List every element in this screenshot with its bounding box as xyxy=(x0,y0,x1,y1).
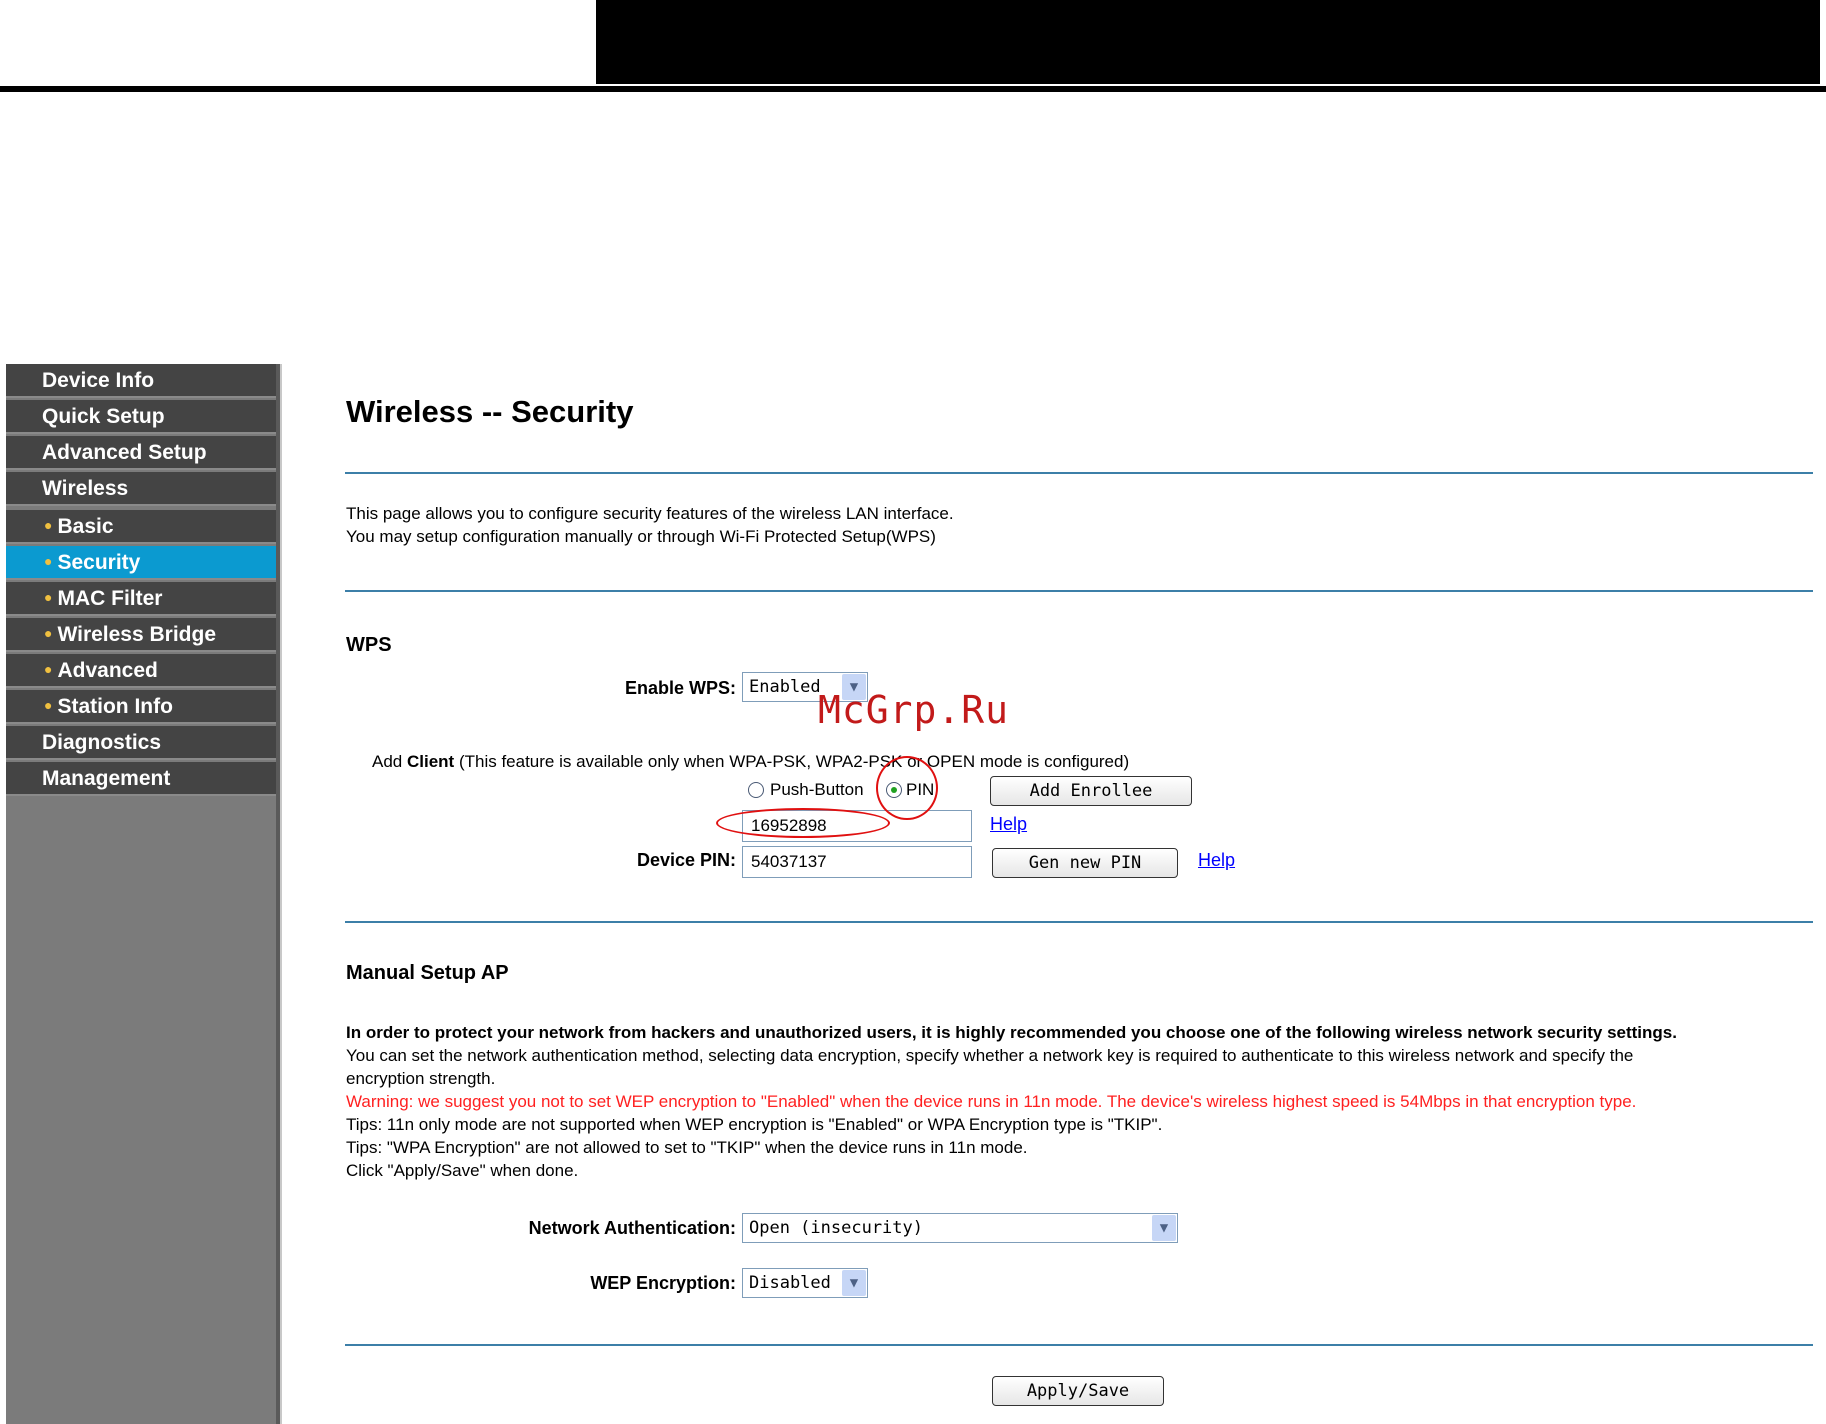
device-pin-field: 54037137 xyxy=(742,846,972,878)
sidebar-border-highlight xyxy=(280,364,282,1424)
description-line: encryption strength. xyxy=(346,1069,496,1088)
page-title: Wireless -- Security xyxy=(346,394,634,429)
annotation-circle xyxy=(876,756,938,820)
header-rule xyxy=(0,86,1826,92)
network-auth-value: Open (insecurity) xyxy=(749,1218,923,1238)
tip-text: Tips: "WPA Encryption" are not allowed t… xyxy=(346,1138,1028,1157)
sidebar-item-wireless[interactable]: Wireless xyxy=(6,472,276,506)
push-button-radio[interactable] xyxy=(748,782,764,798)
sidebar-item-diagnostics[interactable]: Diagnostics xyxy=(6,726,276,760)
click-note: Click "Apply/Save" when done. xyxy=(346,1161,579,1180)
sidebar-item-label: MAC Filter xyxy=(57,587,163,610)
wps-heading: WPS xyxy=(346,634,392,656)
bullet-icon: ● xyxy=(44,589,53,605)
enable-wps-label: Enable WPS: xyxy=(624,678,736,698)
divider xyxy=(345,921,1813,923)
wep-encryption-value: Disabled xyxy=(749,1273,831,1293)
bullet-icon: ● xyxy=(44,697,53,713)
enable-wps-value: Enabled xyxy=(749,677,821,697)
intro-line-1: This page allows you to configure securi… xyxy=(346,504,954,523)
sidebar-item-advanced-setup[interactable]: Advanced Setup xyxy=(6,436,276,470)
add-client-note: Add Client (This feature is available on… xyxy=(372,752,1130,771)
tip-text: Tips: 11n only mode are not supported wh… xyxy=(346,1115,1163,1134)
chevron-down-icon: ▼ xyxy=(1152,1215,1176,1241)
sidebar-item-security[interactable]: ● Security xyxy=(6,546,276,580)
bullet-icon: ● xyxy=(44,661,53,677)
divider xyxy=(345,590,1813,592)
header-black-bar xyxy=(596,0,1820,84)
sidebar-item-label: Advanced xyxy=(57,659,158,682)
sidebar-item-label: Basic xyxy=(57,515,114,538)
sidebar-item-mac-filter[interactable]: ● MAC Filter xyxy=(6,582,276,616)
intro-line-2: You may setup configuration manually or … xyxy=(346,527,936,546)
help-link[interactable]: Help xyxy=(990,814,1027,835)
sidebar-item-wireless-bridge[interactable]: ● Wireless Bridge xyxy=(6,618,276,652)
security-recommendation: In order to protect your network from ha… xyxy=(346,1023,1677,1042)
network-auth-label: Network Authentication: xyxy=(528,1218,736,1238)
annotation-ellipse xyxy=(716,808,890,838)
wep-encryption-label: WEP Encryption: xyxy=(590,1273,736,1293)
manual-setup-heading: Manual Setup AP xyxy=(346,962,509,984)
divider xyxy=(345,472,1813,474)
sidebar-item-label: Wireless Bridge xyxy=(57,623,217,646)
sidebar: Device Info Quick Setup Advanced Setup W… xyxy=(6,364,276,1424)
divider xyxy=(345,1344,1813,1346)
sidebar-item-quick-setup[interactable]: Quick Setup xyxy=(6,400,276,434)
gen-new-pin-button[interactable]: Gen new PIN xyxy=(992,848,1178,878)
description-line: You can set the network authentication m… xyxy=(346,1046,1634,1065)
warning-text: Warning: we suggest you not to set WEP e… xyxy=(346,1092,1637,1111)
device-pin-label: Device PIN: xyxy=(636,850,736,870)
sidebar-item-station-info[interactable]: ● Station Info xyxy=(6,690,276,724)
sidebar-item-label: Station Info xyxy=(57,695,173,718)
bullet-icon: ● xyxy=(44,517,53,533)
sidebar-item-device-info[interactable]: Device Info xyxy=(6,364,276,398)
add-enrollee-button[interactable]: Add Enrollee xyxy=(990,776,1192,806)
wep-encryption-select[interactable]: Disabled ▼ xyxy=(742,1268,868,1298)
bullet-icon: ● xyxy=(44,625,53,641)
sidebar-item-label: Security xyxy=(57,551,141,574)
sidebar-item-management[interactable]: Management xyxy=(6,762,276,796)
watermark: McGrp.Ru xyxy=(818,688,1010,732)
bullet-icon: ● xyxy=(44,553,53,569)
sidebar-item-basic[interactable]: ● Basic xyxy=(6,510,276,544)
main-content: Wireless -- Security This page allows yo… xyxy=(290,364,1820,1424)
apply-save-button[interactable]: Apply/Save xyxy=(992,1376,1164,1406)
push-button-label: Push-Button xyxy=(770,780,864,799)
chevron-down-icon: ▼ xyxy=(842,1270,866,1296)
help-link[interactable]: Help xyxy=(1198,850,1235,871)
network-auth-select[interactable]: Open (insecurity) ▼ xyxy=(742,1213,1178,1243)
sidebar-item-advanced[interactable]: ● Advanced xyxy=(6,654,276,688)
